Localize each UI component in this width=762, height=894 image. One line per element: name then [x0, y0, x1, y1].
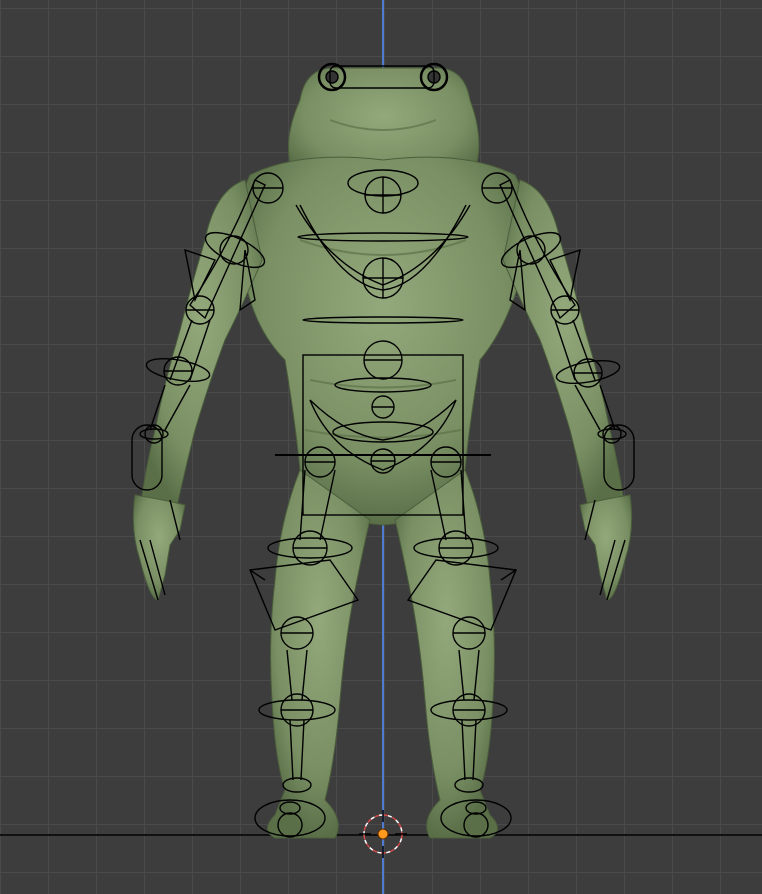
3d-cursor[interactable]: [359, 810, 407, 858]
frog-left-hand: [132, 494, 186, 601]
origin-dot: [377, 828, 389, 840]
3d-viewport[interactable]: [0, 0, 762, 894]
viewport-scene[interactable]: [0, 0, 762, 894]
frog-right-hand: [579, 494, 633, 601]
